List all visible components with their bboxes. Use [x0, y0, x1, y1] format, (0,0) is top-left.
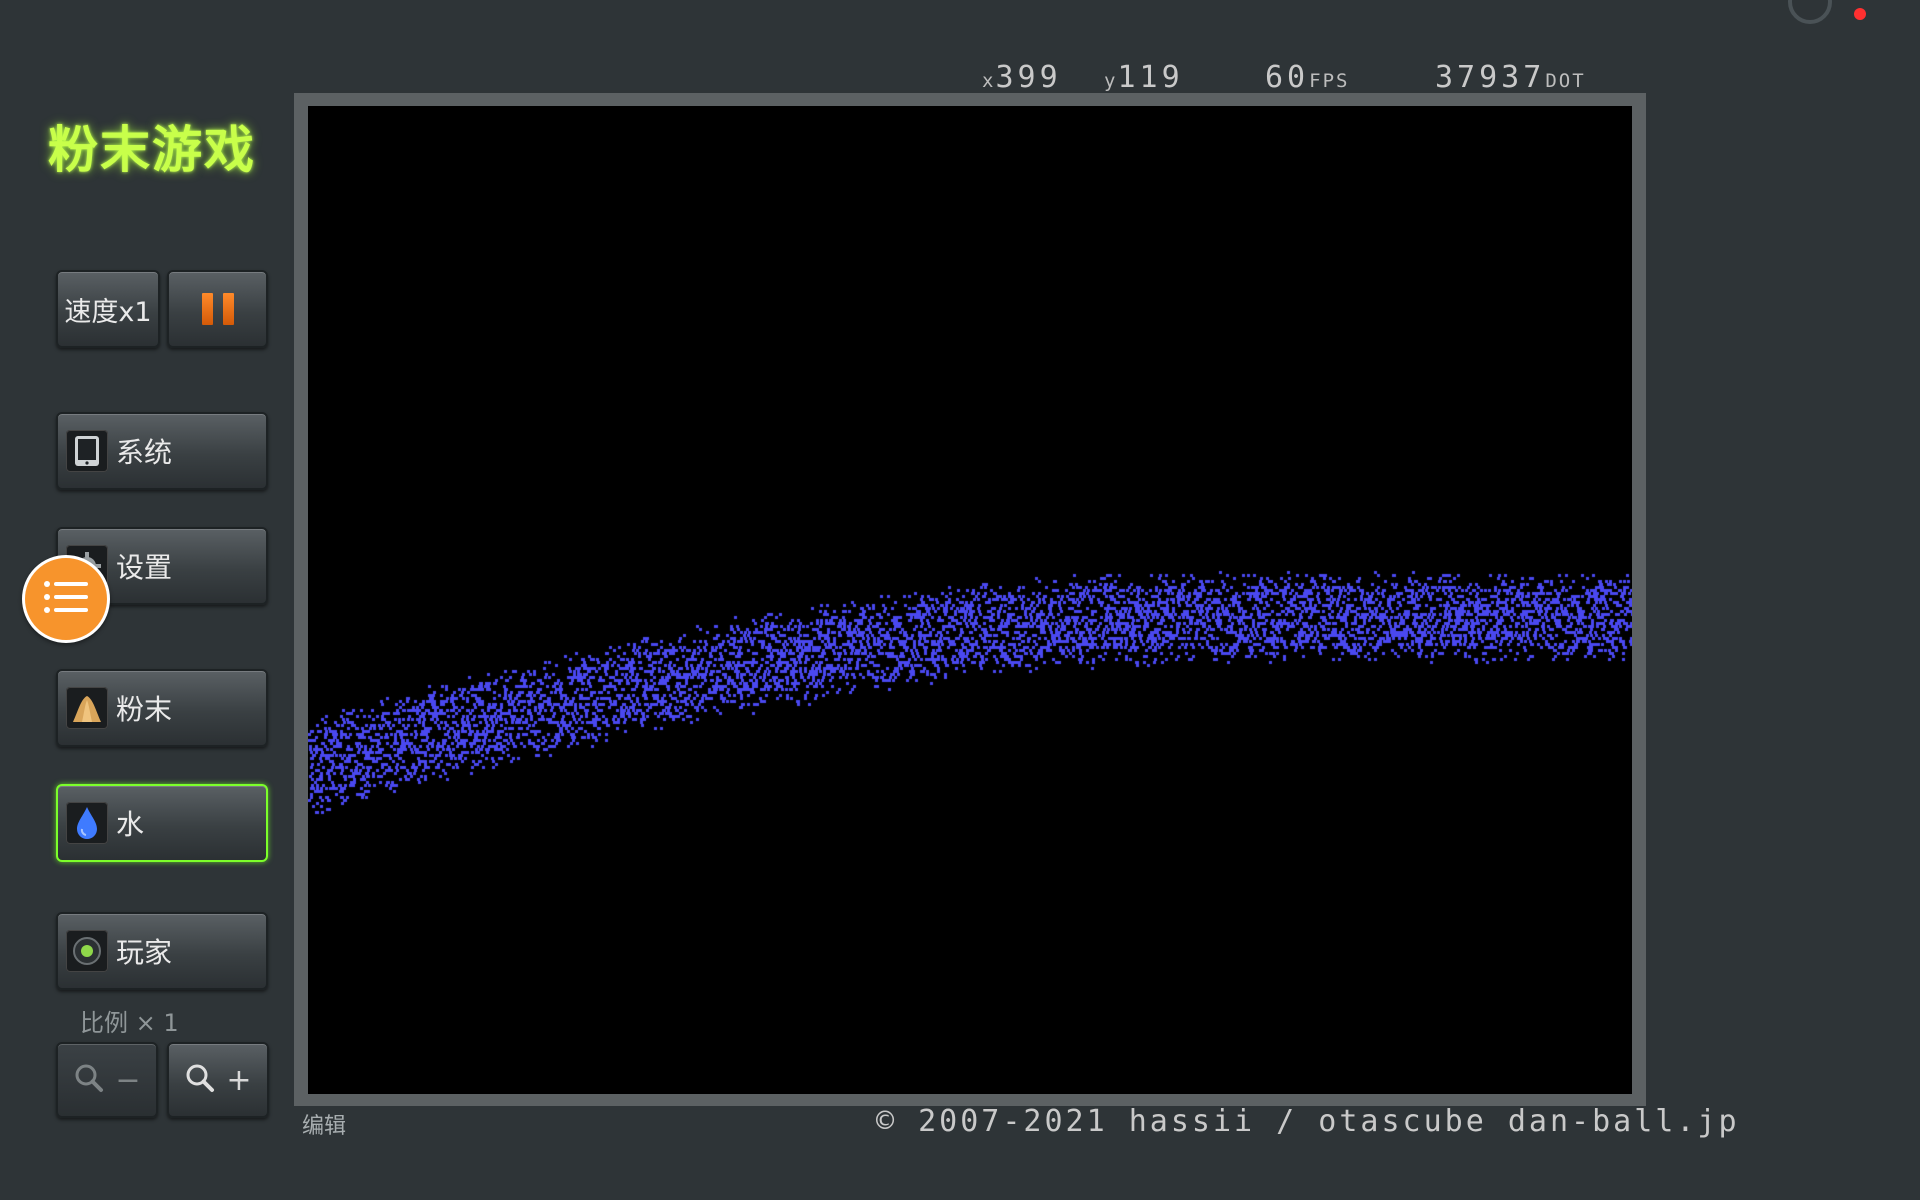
x-prefix: x [982, 70, 996, 92]
copyright: © 2007-2021 hassii / otascube dan-ball.j… [876, 1104, 1740, 1139]
dot-value: 37937 [1435, 60, 1546, 95]
settings-label: 设置 [116, 551, 173, 584]
powder-label: 粉末 [116, 693, 173, 726]
notification-dot [1854, 8, 1866, 20]
player-label: 玩家 [116, 936, 173, 969]
floating-menu-button[interactable] [22, 555, 110, 643]
list-menu-icon [41, 577, 91, 621]
water-particles [308, 106, 1632, 1094]
water-button[interactable]: 水 [56, 784, 268, 862]
player-dot-icon [66, 930, 108, 972]
system-label: 系统 [116, 436, 173, 469]
game-title: 粉末游戏 [48, 121, 256, 179]
game-canvas[interactable] [308, 106, 1632, 1094]
water-drop-icon [66, 802, 108, 844]
zoom-out-button[interactable]: − [56, 1042, 158, 1118]
zoom-out-sign: − [115, 1062, 141, 1098]
speed-label: 速度x1 [64, 296, 152, 328]
cursor-y-readout: y119 [1104, 60, 1184, 96]
fps-unit: FPS [1309, 70, 1350, 92]
zoom-in-sign: + [226, 1062, 252, 1098]
tablet-icon [66, 430, 108, 472]
x-value: 399 [995, 60, 1062, 95]
y-prefix: y [1104, 70, 1118, 92]
cursor-x-readout: x399 [982, 60, 1062, 96]
water-label: 水 [116, 808, 145, 841]
pause-button[interactable] [167, 270, 268, 348]
pause-icon-bar-right [222, 293, 234, 325]
powder-button[interactable]: 粉末 [56, 669, 268, 747]
dot-unit: DOT [1545, 70, 1586, 92]
dot-count-readout: 37937DOT [1435, 60, 1586, 96]
corner-status-icon [1788, 0, 1832, 24]
magnifier-icon [184, 1062, 216, 1098]
fps-value: 60 [1265, 60, 1310, 95]
game-window: 粉末游戏 速度x1 系统 设置 粉末 水 玩家 比例 × 1 − + x399 … [0, 0, 1920, 1200]
speed-button[interactable]: 速度x1 [56, 270, 160, 348]
powder-pile-icon [66, 687, 108, 729]
system-button[interactable]: 系统 [56, 412, 268, 490]
zoom-in-button[interactable]: + [167, 1042, 269, 1118]
edit-label[interactable]: 编辑 [302, 1108, 346, 1140]
y-value: 119 [1117, 60, 1184, 95]
fps-readout: 60FPS [1265, 60, 1349, 96]
magnifier-icon [73, 1062, 105, 1098]
pause-icon-bar-left [201, 293, 213, 325]
scale-label: 比例 × 1 [80, 1009, 179, 1037]
player-button[interactable]: 玩家 [56, 912, 268, 990]
